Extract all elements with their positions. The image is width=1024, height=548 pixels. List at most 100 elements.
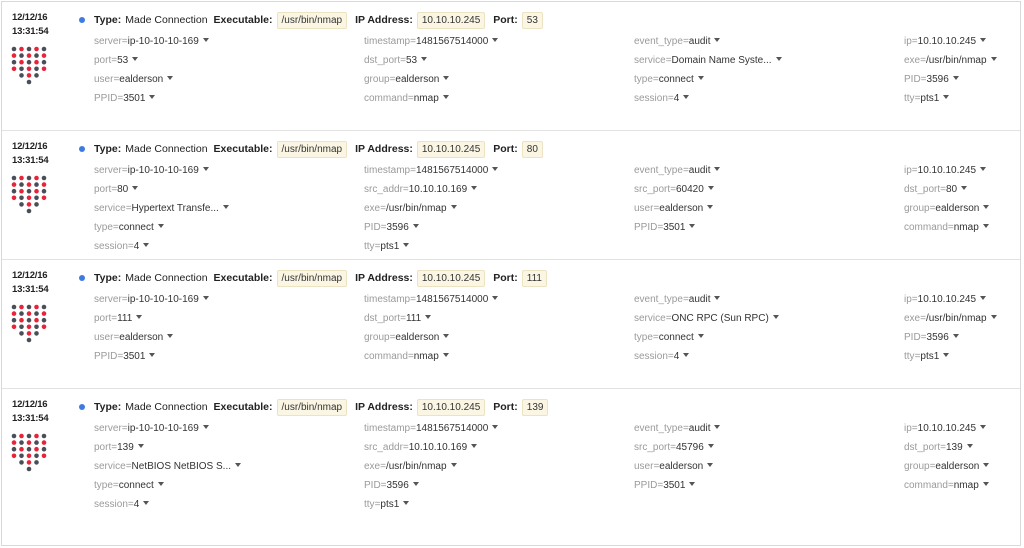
field-filter[interactable]: type=connect bbox=[94, 476, 164, 495]
caret-down-icon[interactable] bbox=[952, 76, 959, 81]
field-filter[interactable]: exe=/usr/bin/nmap bbox=[364, 457, 457, 476]
field-filter[interactable]: server=ip-10-10-10-169 bbox=[94, 419, 209, 438]
executable-chip[interactable]: /usr/bin/nmap bbox=[276, 11, 348, 29]
caret-down-icon[interactable] bbox=[982, 224, 989, 229]
field-filter[interactable]: exe=/usr/bin/nmap bbox=[904, 51, 997, 70]
field-filter[interactable]: tty=pts1 bbox=[364, 495, 410, 514]
field-filter[interactable]: PPID=3501 bbox=[94, 347, 156, 366]
caret-down-icon[interactable] bbox=[132, 186, 139, 191]
field-filter[interactable]: src_port=60420 bbox=[634, 180, 714, 199]
caret-down-icon[interactable] bbox=[132, 57, 139, 62]
field-filter[interactable]: tty=pts1 bbox=[904, 89, 950, 108]
field-filter[interactable]: group=ealderson bbox=[364, 70, 450, 89]
port-chip[interactable]: 139 bbox=[521, 398, 549, 416]
field-filter[interactable]: event_type=audit bbox=[634, 161, 721, 180]
field-filter[interactable]: dst_port=111 bbox=[364, 309, 432, 328]
field-filter[interactable]: user=ealderson bbox=[634, 199, 714, 218]
caret-down-icon[interactable] bbox=[697, 334, 704, 339]
caret-down-icon[interactable] bbox=[202, 296, 209, 301]
caret-down-icon[interactable] bbox=[157, 224, 164, 229]
field-filter[interactable]: service=NetBIOS NetBIOS S... bbox=[94, 457, 242, 476]
caret-down-icon[interactable] bbox=[707, 205, 714, 210]
caret-down-icon[interactable] bbox=[442, 353, 449, 358]
caret-down-icon[interactable] bbox=[707, 444, 714, 449]
field-filter[interactable]: PID=3596 bbox=[904, 70, 959, 89]
field-filter[interactable]: tty=pts1 bbox=[904, 347, 950, 366]
field-filter[interactable]: user=ealderson bbox=[94, 70, 174, 89]
caret-down-icon[interactable] bbox=[683, 95, 690, 100]
caret-down-icon[interactable] bbox=[167, 334, 174, 339]
field-filter[interactable]: port=53 bbox=[94, 51, 139, 70]
field-filter[interactable]: group=ealderson bbox=[364, 328, 450, 347]
caret-down-icon[interactable] bbox=[492, 38, 499, 43]
caret-down-icon[interactable] bbox=[202, 38, 209, 43]
ip-address-chip[interactable]: 10.10.10.245 bbox=[416, 398, 486, 416]
caret-down-icon[interactable] bbox=[471, 444, 478, 449]
caret-down-icon[interactable] bbox=[683, 353, 690, 358]
caret-down-icon[interactable] bbox=[714, 167, 721, 172]
caret-down-icon[interactable] bbox=[149, 95, 156, 100]
field-filter[interactable]: src_addr=10.10.10.169 bbox=[364, 438, 478, 457]
caret-down-icon[interactable] bbox=[450, 205, 457, 210]
field-filter[interactable]: exe=/usr/bin/nmap bbox=[364, 199, 457, 218]
field-filter[interactable]: PPID=3501 bbox=[634, 218, 696, 237]
caret-down-icon[interactable] bbox=[982, 482, 989, 487]
caret-down-icon[interactable] bbox=[689, 482, 696, 487]
field-filter[interactable]: exe=/usr/bin/nmap bbox=[904, 309, 997, 328]
caret-down-icon[interactable] bbox=[983, 205, 990, 210]
field-filter[interactable]: PID=3596 bbox=[364, 476, 419, 495]
executable-chip[interactable]: /usr/bin/nmap bbox=[276, 269, 348, 287]
field-filter[interactable]: PID=3596 bbox=[904, 328, 959, 347]
caret-down-icon[interactable] bbox=[143, 501, 150, 506]
ip-address-chip[interactable]: 10.10.10.245 bbox=[416, 269, 486, 287]
field-filter[interactable]: event_type=audit bbox=[634, 32, 721, 51]
field-filter[interactable]: dst_port=53 bbox=[364, 51, 428, 70]
field-filter[interactable]: service=ONC RPC (Sun RPC) bbox=[634, 309, 779, 328]
ip-address-chip[interactable]: 10.10.10.245 bbox=[416, 11, 486, 29]
caret-down-icon[interactable] bbox=[714, 425, 721, 430]
port-chip[interactable]: 111 bbox=[521, 269, 547, 287]
caret-down-icon[interactable] bbox=[990, 57, 997, 62]
field-filter[interactable]: server=ip-10-10-10-169 bbox=[94, 290, 209, 309]
caret-down-icon[interactable] bbox=[421, 57, 428, 62]
caret-down-icon[interactable] bbox=[707, 463, 714, 468]
caret-down-icon[interactable] bbox=[943, 95, 950, 100]
caret-down-icon[interactable] bbox=[235, 463, 242, 468]
caret-down-icon[interactable] bbox=[714, 38, 721, 43]
caret-down-icon[interactable] bbox=[707, 186, 714, 191]
field-filter[interactable]: port=80 bbox=[94, 180, 139, 199]
caret-down-icon[interactable] bbox=[492, 296, 499, 301]
field-filter[interactable]: PID=3596 bbox=[364, 218, 419, 237]
field-filter[interactable]: PPID=3501 bbox=[634, 476, 696, 495]
caret-down-icon[interactable] bbox=[450, 463, 457, 468]
caret-down-icon[interactable] bbox=[952, 334, 959, 339]
caret-down-icon[interactable] bbox=[980, 167, 987, 172]
field-filter[interactable]: event_type=audit bbox=[634, 419, 721, 438]
port-chip[interactable]: 53 bbox=[521, 11, 543, 29]
caret-down-icon[interactable] bbox=[966, 444, 973, 449]
caret-down-icon[interactable] bbox=[714, 296, 721, 301]
caret-down-icon[interactable] bbox=[961, 186, 968, 191]
ip-address-chip[interactable]: 10.10.10.245 bbox=[416, 140, 486, 158]
field-filter[interactable]: server=ip-10-10-10-169 bbox=[94, 161, 209, 180]
field-filter[interactable]: type=connect bbox=[634, 70, 704, 89]
caret-down-icon[interactable] bbox=[167, 76, 174, 81]
caret-down-icon[interactable] bbox=[222, 205, 229, 210]
caret-down-icon[interactable] bbox=[157, 482, 164, 487]
caret-down-icon[interactable] bbox=[412, 482, 419, 487]
field-filter[interactable]: timestamp=1481567514000 bbox=[364, 32, 499, 51]
field-filter[interactable]: service=Domain Name Syste... bbox=[634, 51, 782, 70]
field-filter[interactable]: user=ealderson bbox=[634, 457, 714, 476]
field-filter[interactable]: port=139 bbox=[94, 438, 144, 457]
field-filter[interactable]: type=connect bbox=[94, 218, 164, 237]
caret-down-icon[interactable] bbox=[980, 296, 987, 301]
field-filter[interactable]: server=ip-10-10-10-169 bbox=[94, 32, 209, 51]
caret-down-icon[interactable] bbox=[202, 425, 209, 430]
caret-down-icon[interactable] bbox=[443, 76, 450, 81]
field-filter[interactable]: session=4 bbox=[634, 89, 690, 108]
executable-chip[interactable]: /usr/bin/nmap bbox=[276, 398, 348, 416]
caret-down-icon[interactable] bbox=[772, 315, 779, 320]
field-filter[interactable]: timestamp=1481567514000 bbox=[364, 419, 499, 438]
field-filter[interactable]: port=111 bbox=[94, 309, 143, 328]
caret-down-icon[interactable] bbox=[990, 315, 997, 320]
